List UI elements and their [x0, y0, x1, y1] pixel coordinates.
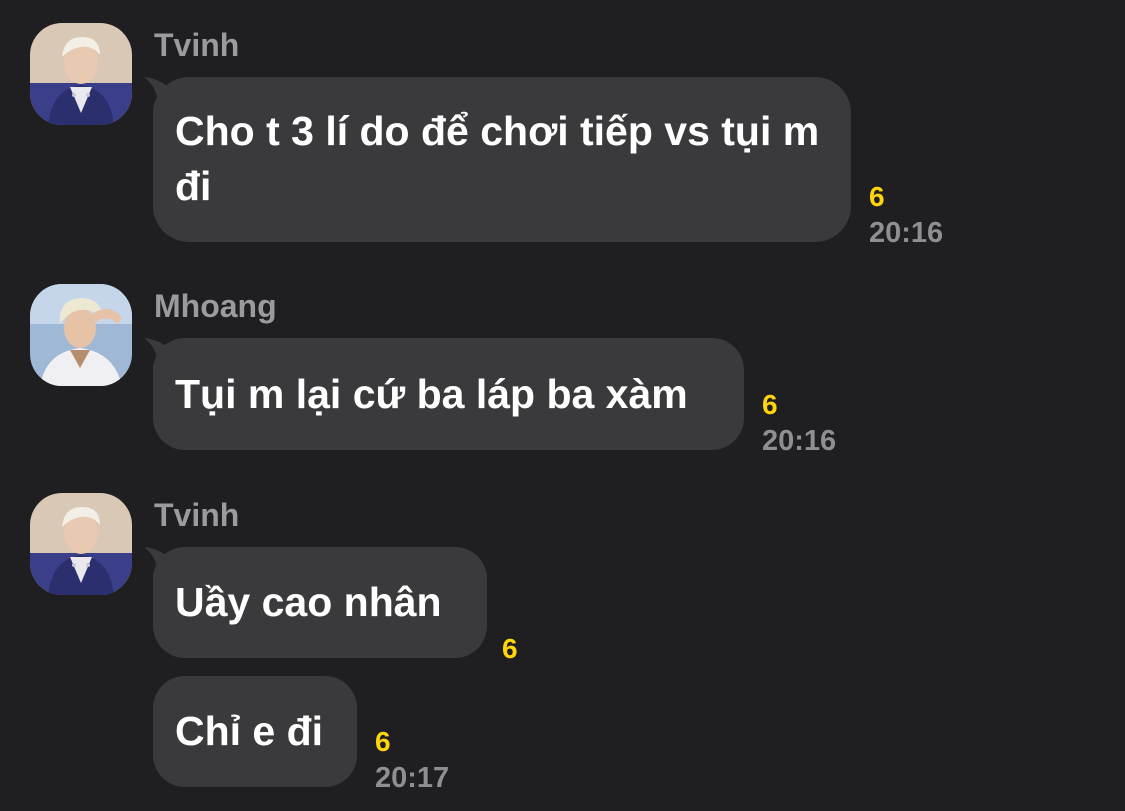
- message-time: 20:17: [375, 762, 450, 794]
- bubble-tail: [144, 77, 172, 107]
- sender-name: Tvinh: [154, 497, 240, 533]
- avatar-mhoang[interactable]: [30, 284, 132, 386]
- bubble-tail: [144, 547, 172, 577]
- message-meta: 6 20:17: [375, 728, 449, 793]
- message-text: Uầy cao nhân: [175, 579, 442, 625]
- message-text: Cho t 3 lí do để chơi tiếp vs tụi m đi: [175, 108, 820, 209]
- reaction-count: 6: [869, 181, 885, 212]
- bubble-tail: [144, 338, 172, 368]
- message-bubble[interactable]: Cho t 3 lí do để chơi tiếp vs tụi m đi: [144, 77, 851, 242]
- user-avatar-icon: [30, 493, 132, 595]
- message-meta: 6: [502, 635, 518, 663]
- message-meta: 6 20:16: [869, 183, 943, 248]
- message-bubble[interactable]: Tụi m lại cứ ba láp ba xàm: [144, 338, 744, 450]
- reaction-count: 6: [502, 633, 518, 664]
- sender-name: Mhoang: [154, 288, 277, 324]
- avatar-tvinh[interactable]: [30, 493, 132, 595]
- message-bubble[interactable]: Uầy cao nhân: [144, 547, 487, 658]
- chat-thread: Tvinh Cho t 3 lí do để chơi tiếp vs tụi …: [0, 0, 1125, 811]
- message-bubble[interactable]: Chỉ e đi: [153, 676, 357, 787]
- sender-name: Tvinh: [154, 27, 240, 63]
- message-time: 20:16: [869, 217, 944, 249]
- message-time: 20:16: [762, 425, 837, 457]
- message-text: Tụi m lại cứ ba láp ba xàm: [175, 371, 688, 417]
- reaction-count: 6: [762, 389, 778, 420]
- message-meta: 6 20:16: [762, 391, 836, 456]
- avatar-tvinh[interactable]: [30, 23, 132, 125]
- user-avatar-icon: [30, 23, 132, 125]
- message-text: Chỉ e đi: [175, 708, 324, 754]
- user-avatar-icon: [30, 284, 132, 386]
- reaction-count: 6: [375, 726, 391, 757]
